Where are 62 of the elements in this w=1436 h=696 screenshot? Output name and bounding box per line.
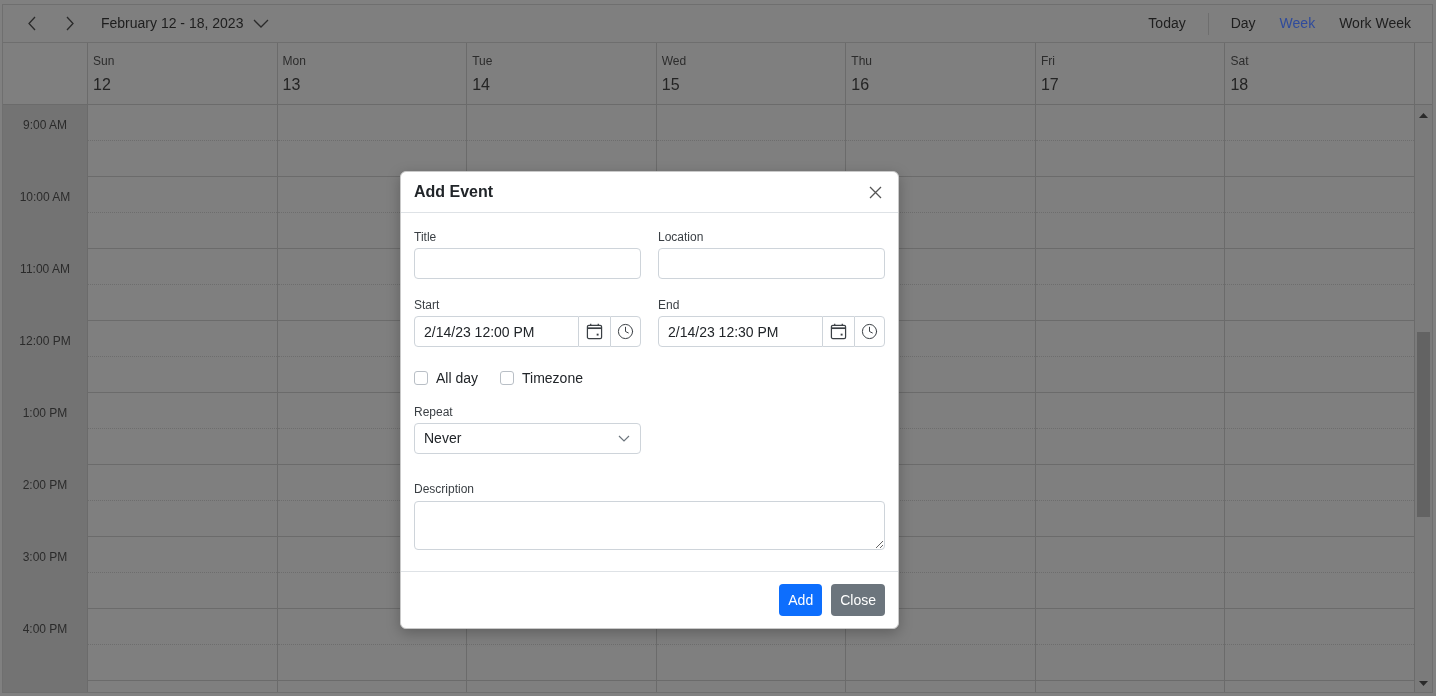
view-tab[interactable]: Work Week: [1327, 8, 1423, 39]
date-range-picker[interactable]: February 12 - 18, 2023: [101, 8, 270, 39]
clock-icon: [861, 323, 878, 340]
time-label: 12:00 PM: [19, 333, 71, 349]
field-label: Title: [414, 229, 438, 245]
scroll-down-icon[interactable]: [1419, 681, 1429, 686]
clock-icon: [617, 323, 634, 340]
text-input[interactable]: [414, 248, 641, 279]
field-label: Repeat: [414, 404, 454, 420]
date-number: 15: [661, 75, 680, 95]
datetime-input[interactable]: 2/14/23 12:00 PM: [414, 316, 579, 347]
date-number: 12: [93, 75, 111, 95]
time-label: 2:00 PM: [22, 477, 68, 493]
time-picker-button[interactable]: [854, 316, 885, 347]
chevron-right-icon: [66, 16, 74, 31]
weekday-label: Sat: [1230, 53, 1249, 69]
repeat-select[interactable]: Never: [414, 423, 641, 454]
chevron-down-icon: [618, 435, 630, 442]
weekday-label: Sun: [93, 53, 115, 69]
time-label: 1:00 PM: [22, 405, 68, 421]
scroll-up-icon[interactable]: [1419, 113, 1429, 118]
close-icon: [868, 185, 882, 199]
checkbox[interactable]: [500, 371, 515, 385]
field-label: Location: [658, 229, 705, 245]
scrollbar[interactable]: [1414, 105, 1432, 692]
checkbox[interactable]: [414, 371, 428, 385]
field-label: Description: [414, 481, 476, 497]
date-number: 16: [851, 75, 870, 95]
time-picker-button[interactable]: [610, 316, 641, 347]
description-textarea[interactable]: [414, 501, 885, 550]
weekday-label: Fri: [1040, 53, 1055, 69]
date-number: 18: [1230, 75, 1249, 95]
field-label: Start: [414, 297, 441, 313]
checkbox-label: All day: [436, 369, 479, 387]
calendar-icon: [586, 323, 603, 340]
dialog-title: Add Event: [414, 182, 494, 202]
time-label: 10:00 AM: [19, 189, 71, 205]
weekday-label: Wed: [661, 53, 687, 69]
time-label: 9:00 AM: [23, 117, 67, 133]
date-picker-button[interactable]: [823, 316, 854, 347]
date-number: 14: [472, 75, 490, 95]
add-button[interactable]: Add: [779, 584, 823, 616]
date-number: 17: [1040, 75, 1059, 95]
datetime-input[interactable]: 2/14/23 12:30 PM: [658, 316, 823, 347]
view-tab[interactable]: Day: [1218, 8, 1268, 39]
checkbox-label: Timezone: [522, 369, 583, 387]
scrollbar-thumb[interactable]: [1417, 332, 1431, 517]
time-label: 4:00 PM: [22, 621, 68, 637]
today-button[interactable]: Today: [1136, 8, 1198, 39]
text-input[interactable]: [658, 248, 885, 279]
time-label: 11:00 AM: [20, 261, 70, 277]
close-dialog-button[interactable]: Close: [831, 584, 885, 616]
field-label: End: [658, 297, 681, 313]
chevron-left-icon: [28, 16, 36, 31]
weekday-label: Mon: [282, 53, 306, 69]
date-number: 13: [282, 75, 301, 95]
weekday-label: Tue: [472, 53, 493, 69]
time-label: 3:00 PM: [22, 549, 68, 565]
calendar-icon: [830, 323, 847, 340]
chevron-down-icon: [253, 19, 270, 28]
weekday-label: Thu: [851, 53, 872, 69]
date-picker-button[interactable]: [579, 316, 610, 347]
